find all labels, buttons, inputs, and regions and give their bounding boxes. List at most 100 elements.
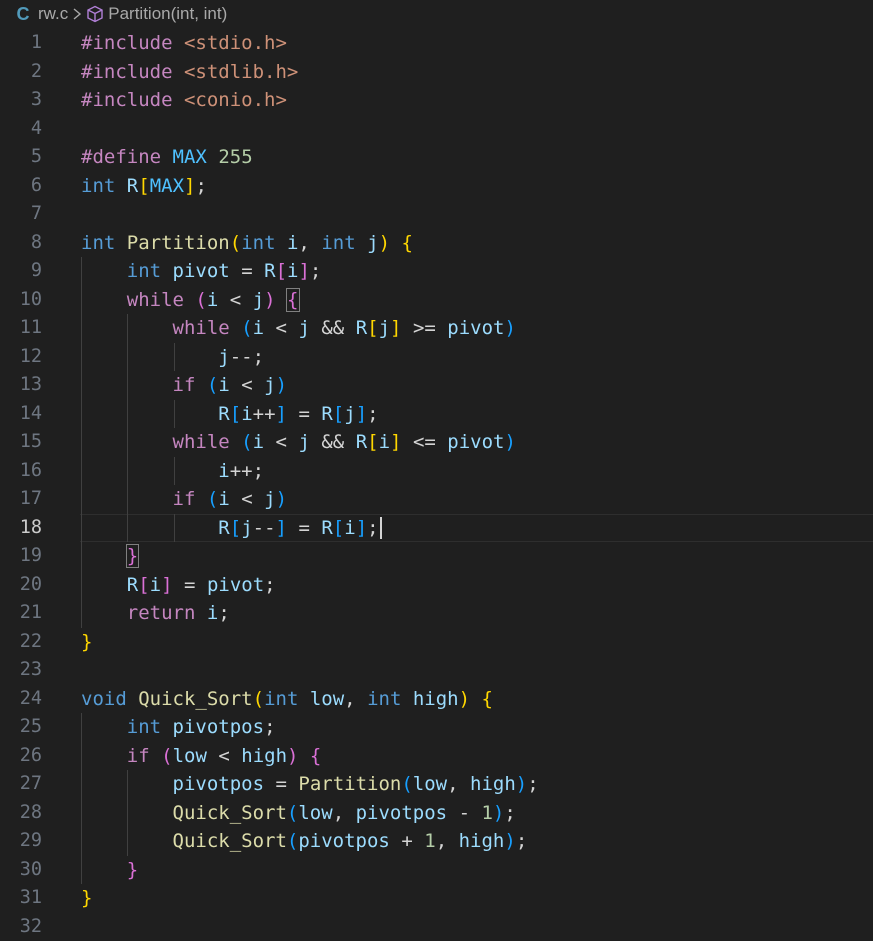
line-number: 29	[0, 827, 42, 856]
code-text: int Partition(int i, int j) {	[81, 229, 413, 258]
code-text: while (i < j && R[i] <= pivot)	[81, 428, 516, 457]
line-number: 15	[0, 428, 42, 457]
code-text: }	[81, 542, 138, 571]
line-number: 2	[0, 58, 42, 87]
code-text: R[i] = pivot;	[81, 571, 276, 600]
code-text: return i;	[81, 599, 230, 628]
line-number: 32	[0, 913, 42, 941]
code-line[interactable]: 31}	[0, 884, 873, 913]
code-text: pivotpos = Partition(low, high);	[81, 770, 539, 799]
code-text: #define MAX 255	[81, 143, 253, 172]
code-text: #include <stdio.h>	[81, 29, 287, 58]
code-line[interactable]: 6 int R[MAX];	[0, 172, 873, 201]
line-number: 12	[0, 343, 42, 372]
line-number: 10	[0, 286, 42, 315]
c-file-icon: C	[14, 4, 32, 25]
code-line[interactable]: 15 while (i < j && R[i] <= pivot)	[0, 428, 873, 457]
code-line[interactable]: 21 return i;	[0, 599, 873, 628]
line-number: 8	[0, 229, 42, 258]
code-line[interactable]: 29 Quick_Sort(pivotpos + 1, high);	[0, 827, 873, 856]
line-number: 30	[0, 856, 42, 885]
code-line[interactable]: 28 Quick_Sort(low, pivotpos - 1);	[0, 799, 873, 828]
code-line[interactable]: 25 int pivotpos;	[0, 713, 873, 742]
code-text: }	[81, 628, 92, 657]
code-editor[interactable]: 1#include <stdio.h>2#include <stdlib.h>3…	[0, 29, 873, 941]
code-line[interactable]: 13 if (i < j)	[0, 371, 873, 400]
breadcrumb: C rw.c Partition(int, int)	[0, 0, 873, 28]
code-text: #include <stdlib.h>	[81, 58, 298, 87]
code-text: if (i < j)	[81, 485, 287, 514]
line-number: 17	[0, 485, 42, 514]
code-line[interactable]: 3 #include <conio.h>	[0, 86, 873, 115]
line-number: 22	[0, 628, 42, 657]
breadcrumb-symbol[interactable]: Partition(int, int)	[108, 4, 227, 24]
code-line[interactable]: 12 j--;	[0, 343, 873, 372]
method-cube-icon	[86, 5, 104, 23]
code-line[interactable]: 7	[0, 200, 873, 229]
code-line[interactable]: 9 int pivot = R[i];	[0, 257, 873, 286]
code-text: void Quick_Sort(int low, int high) {	[81, 685, 493, 714]
line-number: 6	[0, 172, 42, 201]
code-line[interactable]: 14 R[i++] = R[j];	[0, 400, 873, 429]
code-line[interactable]: 26 if (low < high) {	[0, 742, 873, 771]
code-text: R[i++] = R[j];	[81, 400, 379, 429]
code-text: }	[81, 884, 92, 913]
code-line[interactable]: 17 if (i < j)	[0, 485, 873, 514]
code-line[interactable]: 4	[0, 115, 873, 144]
code-text: Quick_Sort(low, pivotpos - 1);	[81, 799, 516, 828]
code-line[interactable]: 2 #include <stdlib.h>	[0, 58, 873, 87]
code-text: int pivotpos;	[81, 713, 276, 742]
code-line[interactable]: 30 }	[0, 856, 873, 885]
code-text: int R[MAX];	[81, 172, 207, 201]
code-line[interactable]: 19 }	[0, 542, 873, 571]
code-line[interactable]: 16 i++;	[0, 457, 873, 486]
code-line[interactable]: 32	[0, 913, 873, 941]
breadcrumb-file[interactable]: rw.c	[38, 4, 68, 24]
code-line[interactable]: 10 while (i < j) {	[0, 286, 873, 315]
line-number: 14	[0, 400, 42, 429]
code-text: if (i < j)	[81, 371, 287, 400]
code-text: R[j--] = R[i];	[81, 514, 382, 543]
text-cursor	[380, 517, 382, 539]
code-line[interactable]: 1 #include <stdio.h>	[0, 29, 873, 58]
line-number: 21	[0, 599, 42, 628]
line-number: 24	[0, 685, 42, 714]
line-number: 3	[0, 86, 42, 115]
line-number: 23	[0, 656, 42, 685]
line-number: 9	[0, 257, 42, 286]
line-number: 26	[0, 742, 42, 771]
code-text: int pivot = R[i];	[81, 257, 321, 286]
code-text: while (i < j && R[j] >= pivot)	[81, 314, 516, 343]
code-line[interactable]: 22}	[0, 628, 873, 657]
code-text: while (i < j) {	[81, 286, 299, 315]
code-line[interactable]: 20 R[i] = pivot;	[0, 571, 873, 600]
line-number: 19	[0, 542, 42, 571]
line-number: 31	[0, 884, 42, 913]
line-number: 13	[0, 371, 42, 400]
code-text: i++;	[81, 457, 264, 486]
line-number: 11	[0, 314, 42, 343]
code-line[interactable]: 27 pivotpos = Partition(low, high);	[0, 770, 873, 799]
code-line[interactable]: 23	[0, 656, 873, 685]
code-line[interactable]: 11 while (i < j && R[j] >= pivot)	[0, 314, 873, 343]
code-text: j--;	[81, 343, 264, 372]
line-number: 18	[0, 514, 42, 543]
code-text: Quick_Sort(pivotpos + 1, high);	[81, 827, 527, 856]
code-text: if (low < high) {	[81, 742, 321, 771]
line-number: 1	[0, 29, 42, 58]
line-number: 28	[0, 799, 42, 828]
code-line[interactable]: 5 #define MAX 255	[0, 143, 873, 172]
line-number: 25	[0, 713, 42, 742]
code-text: #include <conio.h>	[81, 86, 287, 115]
line-number: 27	[0, 770, 42, 799]
line-number: 5	[0, 143, 42, 172]
line-number: 16	[0, 457, 42, 486]
code-text: }	[81, 856, 138, 885]
chevron-right-icon	[71, 7, 83, 21]
line-number: 4	[0, 115, 42, 144]
line-number: 20	[0, 571, 42, 600]
line-number: 7	[0, 200, 42, 229]
code-line[interactable]: 24 void Quick_Sort(int low, int high) {	[0, 685, 873, 714]
code-line[interactable]: 18 R[j--] = R[i];	[0, 514, 873, 543]
code-line[interactable]: 8 int Partition(int i, int j) {	[0, 229, 873, 258]
